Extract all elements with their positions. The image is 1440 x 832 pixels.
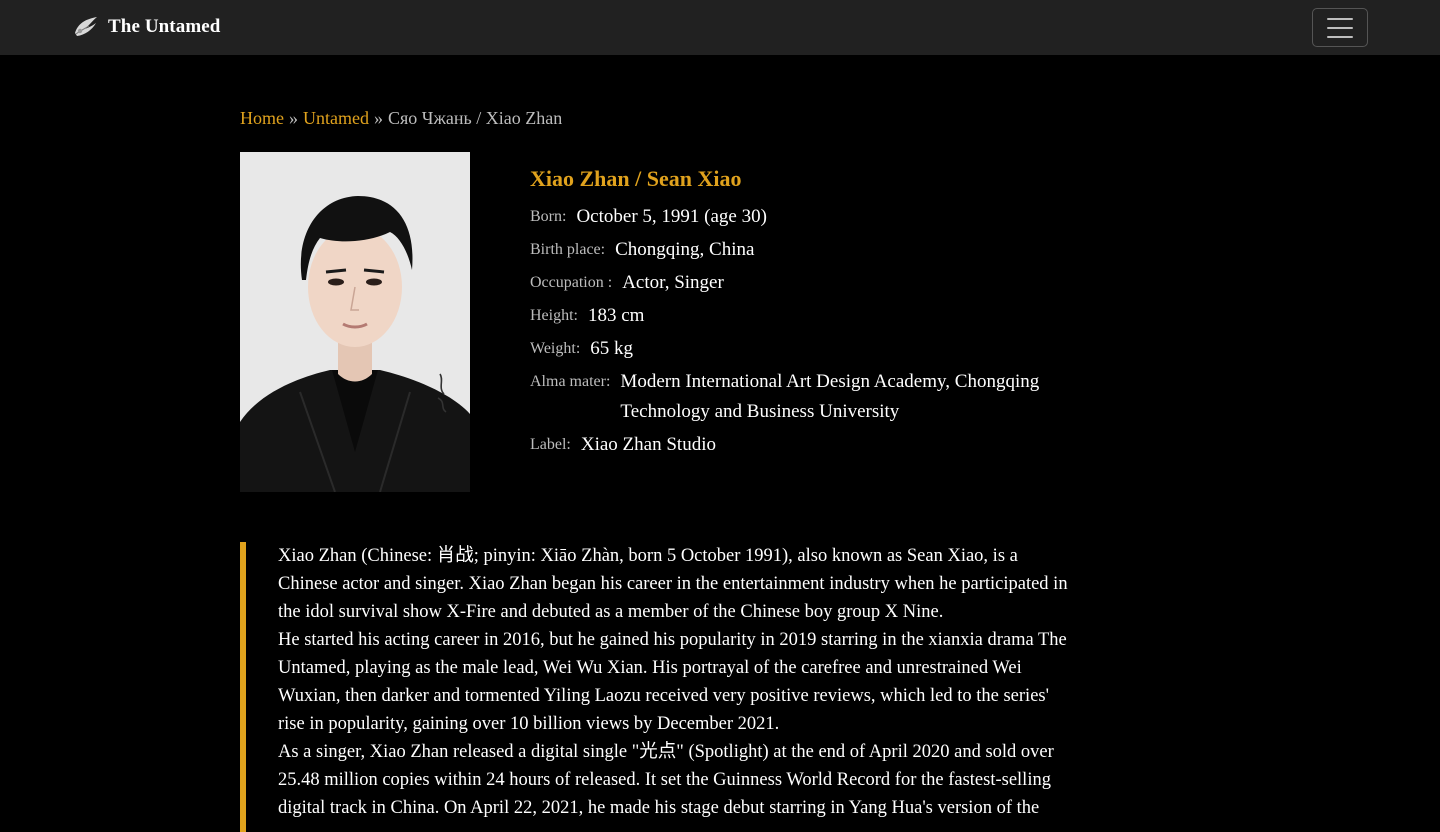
breadcrumb-untamed-link[interactable]: Untamed <box>303 108 369 128</box>
profile-row-alma-mater: Alma mater: Modern International Art Des… <box>530 370 1090 427</box>
profile-row-born: Born: October 5, 1991 (age 30) <box>530 205 1090 232</box>
weight-label: Weight: <box>530 340 581 357</box>
hamburger-menu-button[interactable] <box>1312 8 1368 47</box>
born-value: October 5, 1991 (age 30) <box>576 206 767 227</box>
breadcrumb-separator: » <box>289 108 298 128</box>
breadcrumb-home-link[interactable]: Home <box>240 108 284 128</box>
birth-place-value: Chongqing, China <box>615 239 755 260</box>
born-label: Born: <box>530 208 567 225</box>
profile-name: Xiao Zhan / Sean Xiao <box>530 166 742 191</box>
hamburger-menu-icon-line <box>1327 35 1353 38</box>
alma-mater-label: Alma mater: <box>530 373 611 390</box>
feather-dragon-logo-icon <box>75 17 97 36</box>
profile-row-height: Height: 183 cm <box>530 304 1090 331</box>
record-label-value: Xiao Zhan Studio <box>580 434 716 455</box>
hamburger-menu-icon-line <box>1327 26 1353 29</box>
bio-paragraph: Xiao Zhan (Chinese: 肖战; pinyin: Xiāo Zhà… <box>278 546 1068 622</box>
alma-mater-value: Modern International Art Design Academy,… <box>620 371 1040 422</box>
profile-row-weight: Weight: 65 kg <box>530 337 1090 364</box>
breadcrumb-separator: » <box>373 108 383 128</box>
portrait-image <box>240 152 470 492</box>
breadcrumb-current: Сяо Чжань / Xiao Zhan <box>387 108 563 128</box>
top-navbar: The Untamed <box>0 0 1440 55</box>
profile-row-label: Label: Xiao Zhan Studio <box>530 433 1090 460</box>
bio-paragraph: He started his acting career in 2016, bu… <box>278 630 1067 734</box>
weight-value: 65 kg <box>590 338 634 359</box>
profile-row-birth-place: Birth place: Chongqing, China <box>530 238 1090 265</box>
brand-link[interactable]: The Untamed <box>72 12 220 42</box>
birth-place-label: Birth place: <box>530 241 606 258</box>
bio-paragraph: As a singer, Xiao Zhan released a digita… <box>278 742 1054 818</box>
profile-details: Xiao Zhan / Sean Xiao Born: October 5, 1… <box>530 164 1090 466</box>
occupation-value: Actor, Singer <box>622 272 724 293</box>
hamburger-menu-icon <box>1327 17 1353 20</box>
height-value: 183 cm <box>588 305 645 326</box>
record-label-label: Label: <box>530 436 571 453</box>
height-label: Height: <box>530 307 578 324</box>
biography-blockquote: Xiao Zhan (Chinese: 肖战; pinyin: Xiāo Zhà… <box>240 542 1090 832</box>
brand-title: The Untamed <box>108 16 221 37</box>
breadcrumb: Home» Untamed» Сяо Чжань / Xiao Zhan <box>240 108 562 129</box>
profile-row-occupation: Occupation : Actor, Singer <box>530 271 1090 298</box>
occupation-label: Occupation : <box>530 274 613 291</box>
profile-portrait <box>240 152 470 492</box>
